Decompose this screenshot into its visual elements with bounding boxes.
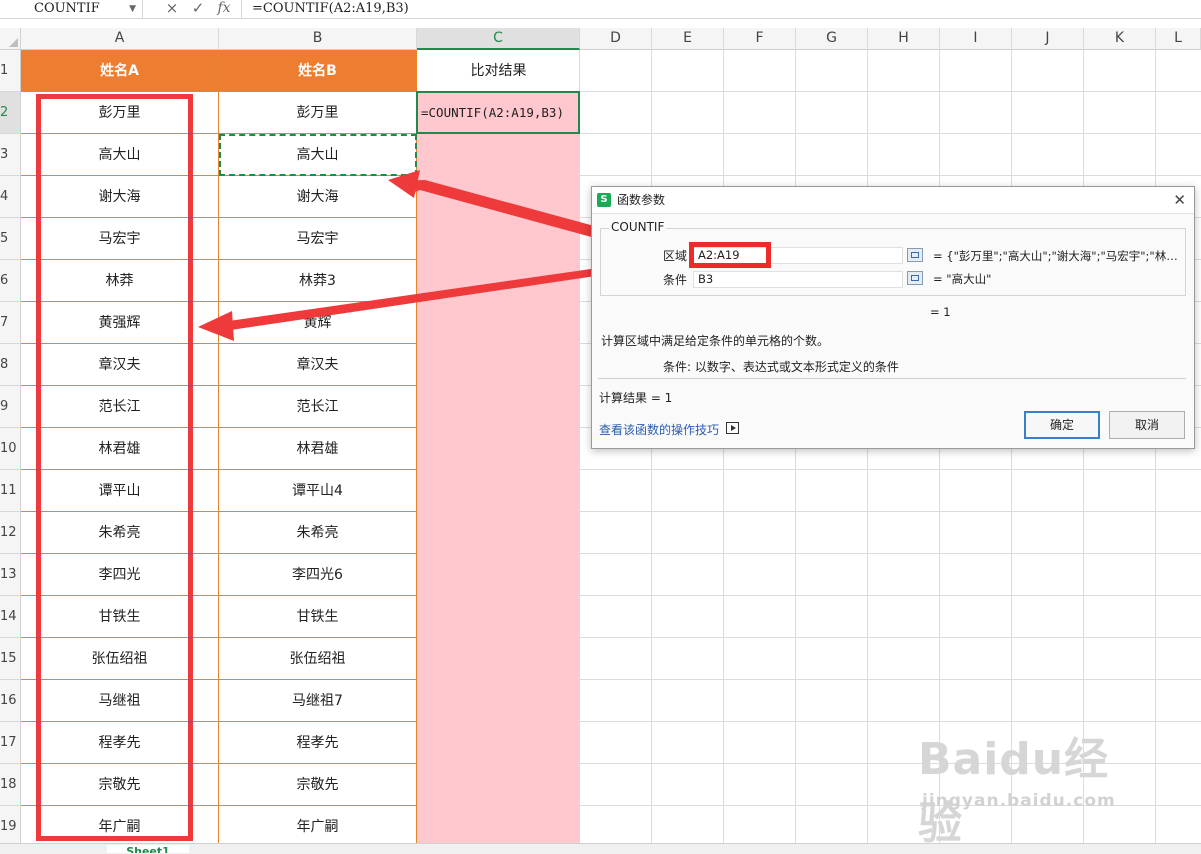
range-picker-icon[interactable] [907,248,923,262]
function-description: 计算区域中满足给定条件的单元格的个数。 [601,334,830,348]
function-name: COUNTIF [609,220,667,234]
formula-divider [241,0,242,18]
watermark-logo: Baidu经验 [918,734,1110,849]
cell-b15[interactable]: 张伍绍祖 [219,638,417,680]
wps-logo-icon: S [597,193,611,207]
cell-b17[interactable]: 程孝先 [219,722,417,764]
cell-b19[interactable]: 年广嗣 [219,806,417,848]
row-header-13[interactable]: 13 [0,554,21,596]
cell-b11[interactable]: 谭平山4 [219,470,417,512]
row-header-4[interactable]: 4 [0,176,21,218]
cell-b5[interactable]: 马宏宇 [219,218,417,260]
function-arguments-dialog: S 函数参数 ✕ COUNTIF 区域 A2:A19 = {"彭万里";"高大山… [591,186,1195,449]
dialog-title: 函数参数 [617,193,666,207]
formula-result: = 1 [930,305,951,319]
column-header-c[interactable]: C [417,28,580,50]
column-header-k[interactable]: K [1084,28,1156,50]
column-c-fill [417,134,580,844]
row-header-6[interactable]: 6 [0,260,21,302]
column-header-g[interactable]: G [796,28,868,50]
cell-b7[interactable]: 黄辉 [219,302,417,344]
video-play-icon[interactable] [726,422,739,434]
criteria-result: = "高大山" [933,272,992,286]
name-box-value: COUNTIF [34,1,100,16]
column-header-d[interactable]: D [580,28,652,50]
cancel-icon[interactable]: × [161,0,183,18]
row-header-1[interactable]: 1 [0,50,21,92]
range-result: = {"彭万里";"高大山";"谢大海";"马宏宇";"林… [933,249,1178,263]
cell-a1[interactable]: 姓名A [21,50,219,92]
dialog-divider [598,378,1186,379]
column-header-l[interactable]: L [1156,28,1201,50]
cell-b6[interactable]: 林莽3 [219,260,417,302]
watermark: Baidu经验 jingyan.baidu.com [918,723,1148,849]
dialog-titlebar[interactable]: S 函数参数 ✕ [592,187,1194,214]
row-header-5[interactable]: 5 [0,218,21,260]
cell-b12[interactable]: 朱希亮 [219,512,417,554]
column-header-a[interactable]: A [21,28,219,50]
cell-b16[interactable]: 马继祖7 [219,680,417,722]
column-header-f[interactable]: F [724,28,796,50]
select-all-corner[interactable] [0,28,21,50]
row-header-7[interactable]: 7 [0,302,21,344]
criteria-input[interactable]: B3 [693,271,903,288]
cell-b13[interactable]: 李四光6 [219,554,417,596]
cell-c1[interactable]: 比对结果 [417,50,580,93]
row-header-8[interactable]: 8 [0,344,21,386]
watermark-url: jingyan.baidu.com [922,791,1116,811]
row-header-14[interactable]: 14 [0,596,21,638]
cell-b10[interactable]: 林君雄 [219,428,417,470]
fx-icon[interactable]: fx [213,0,235,18]
cancel-button[interactable]: 取消 [1109,411,1185,439]
row-header-18[interactable]: 18 [0,764,21,806]
row-header-16[interactable]: 16 [0,680,21,722]
row-header-9[interactable]: 9 [0,386,21,428]
cell-b9[interactable]: 范长江 [219,386,417,428]
reference-marquee-b3 [219,134,417,176]
column-header-h[interactable]: H [868,28,940,50]
cell-b18[interactable]: 宗敬先 [219,764,417,806]
column-header-e[interactable]: E [652,28,724,50]
row-header-15[interactable]: 15 [0,638,21,680]
row-header-2[interactable]: 2 [0,92,21,134]
criteria-label: 条件 [663,273,688,287]
check-icon[interactable]: ✓ [187,0,209,18]
formula-bar: COUNTIF ▼ × ✓ fx =COUNTIF(A2:A19,B3) [0,0,1201,19]
column-header-i[interactable]: I [940,28,1012,50]
help-link[interactable]: 查看该函数的操作技巧 [599,421,719,438]
calculation-result: 计算结果 = 1 [599,391,673,405]
cell-b1[interactable]: 姓名B [219,50,417,92]
name-box[interactable]: COUNTIF ▼ [0,0,143,18]
annotation-box-column-a [36,94,193,841]
column-header-j[interactable]: J [1012,28,1084,50]
formula-input[interactable]: =COUNTIF(A2:A19,B3) [252,0,409,18]
row-header-11[interactable]: 11 [0,470,21,512]
row-header-17[interactable]: 17 [0,722,21,764]
range-label: 区域 [663,249,688,263]
parameter-description: 条件: 以数字、表达式或文本形式定义的条件 [663,360,899,374]
chevron-down-icon[interactable]: ▼ [129,0,136,18]
active-cell-c2[interactable]: =COUNTIF(A2:A19,B3) [416,91,580,134]
sheet-tab[interactable]: Sheet1 [107,845,189,853]
row-header-3[interactable]: 3 [0,134,21,176]
row-header-19[interactable]: 19 [0,806,21,848]
column-header-b[interactable]: B [219,28,417,50]
close-icon[interactable]: ✕ [1173,187,1186,213]
range-highlight-box [689,242,771,268]
row-header-10[interactable]: 10 [0,428,21,470]
cell-b4[interactable]: 谢大海 [219,176,417,218]
ok-button[interactable]: 确定 [1024,411,1100,439]
cell-b14[interactable]: 甘铁生 [219,596,417,638]
cell-b8[interactable]: 章汉夫 [219,344,417,386]
criteria-picker-icon[interactable] [907,271,923,285]
cell-b2[interactable]: 彭万里 [219,92,417,134]
row-header-12[interactable]: 12 [0,512,21,554]
